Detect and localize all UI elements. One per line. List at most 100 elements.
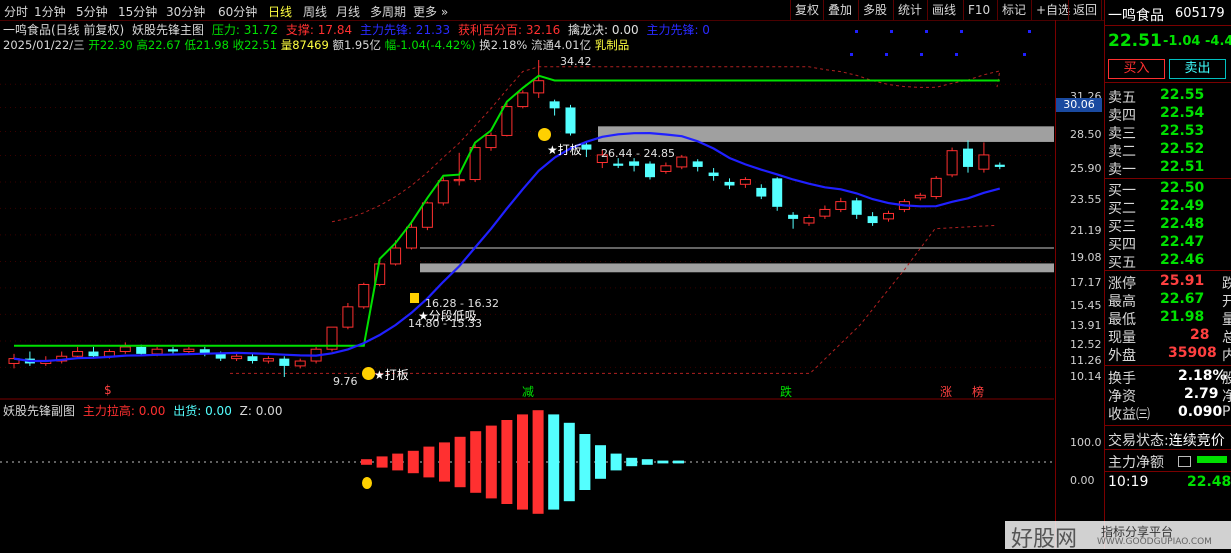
main-pioneer-value-2: 主力先锋: 0 [646, 23, 710, 37]
signal-rise-marker: 涨 [940, 385, 953, 399]
tab-1min[interactable]: 1分钟 [34, 3, 66, 20]
main-net-bar [1197, 456, 1227, 463]
price-tick: 21.19 [1070, 224, 1102, 237]
candle-body-up [231, 355, 243, 360]
candle-body-down [788, 214, 799, 219]
stat-low: 最低 21.98 量 [1108, 309, 1231, 328]
buy-button[interactable]: 买入 [1108, 59, 1165, 79]
back-button[interactable]: 返回 [1068, 0, 1103, 20]
candle-body-up [294, 360, 306, 367]
divider [1105, 270, 1231, 271]
divider [1105, 425, 1231, 426]
overlay-button[interactable]: 叠加 [823, 0, 856, 20]
sell-level-4: 卖四 22.54 [1108, 105, 1205, 124]
sub-bar-down [563, 422, 575, 502]
yellow-block-icon [410, 293, 419, 303]
sell-level-5: 卖五 22.55 [1108, 87, 1205, 106]
limit-up-tag-2: ★打板 [374, 368, 409, 382]
bottom-buy-tag: ★分段低吸 [418, 309, 477, 323]
tab-5min[interactable]: 5分钟 [76, 3, 108, 20]
sub-bar-up [407, 450, 419, 474]
tick-price: 22.48 [1187, 474, 1231, 490]
stat-high: 最高 22.67 开 [1108, 291, 1231, 310]
sell-button[interactable]: 卖出 [1169, 59, 1226, 79]
sub-bar-up [485, 425, 497, 499]
indicator-name: 妖股先锋主图 [132, 23, 205, 37]
candle-body-up [819, 208, 831, 217]
f10-button[interactable]: F10 [963, 0, 994, 20]
price-tick: 15.45 [1070, 299, 1102, 312]
info-high: 高22.67 [136, 38, 181, 52]
candle-body-up [660, 165, 672, 172]
profit-value: 获利百分百: 32.16 [458, 23, 561, 37]
sub-bar-up [470, 431, 482, 493]
tab-more[interactable]: 更多 » [413, 3, 448, 20]
stat-turnover: 换手 2.18% 股 [1108, 368, 1231, 387]
candle-body-down [692, 161, 703, 167]
candle-body-up [119, 346, 131, 353]
candle-body-up [517, 92, 529, 108]
signal-dot [960, 30, 963, 33]
stat-net-assets: 净资 2.79 净 [1108, 386, 1231, 405]
tab-monthly[interactable]: 月线 [336, 3, 360, 20]
sell-level-3: 卖三 22.53 [1108, 123, 1205, 142]
tab-weekly[interactable]: 周线 [303, 3, 327, 20]
candle-body-down [613, 163, 624, 166]
support-value: 支撑: 17.84 [285, 23, 353, 37]
price-tick: 13.91 [1070, 319, 1102, 332]
restore-rights-button[interactable]: 复权 [790, 0, 823, 20]
candle-body-down [581, 144, 592, 150]
tab-intraday[interactable]: 分时 [4, 3, 28, 20]
pressure-value: 压力: 31.72 [211, 23, 279, 37]
draw-line-button[interactable]: 画线 [927, 0, 960, 20]
mark-button[interactable]: 标记 [997, 0, 1030, 20]
signal-dot [925, 30, 928, 33]
signal-dot [850, 53, 853, 56]
stat-outer-vol: 外盘 35908 内 [1108, 345, 1231, 364]
candle-body-down [247, 356, 258, 362]
candle-body-up [151, 348, 163, 355]
candle-body-down [565, 107, 576, 134]
price-tick: 11.26 [1070, 354, 1102, 367]
watermark-logo: 好股网 指标分享平台 WWW.GOODGUPIAO.COM [1005, 521, 1231, 552]
list-icon[interactable] [1178, 456, 1191, 467]
multi-stock-button[interactable]: 多股 [858, 0, 891, 20]
current-price-tag: 30.06 [1056, 98, 1102, 112]
info-amount: 额1.95亿 [332, 38, 382, 52]
main-net-label: 主力净额 [1108, 455, 1164, 471]
divider [1105, 365, 1231, 366]
stat-eps: 收益㈢ 0.090 P [1108, 404, 1231, 423]
dollar-marker: $ [104, 383, 112, 397]
tab-daily[interactable]: 日线 [268, 3, 292, 20]
tab-multi-period[interactable]: 多周期 [370, 3, 406, 20]
candle-body-down [963, 148, 973, 167]
signal-dot [855, 30, 858, 33]
tab-15min[interactable]: 15分钟 [118, 3, 157, 20]
statistics-button[interactable]: 统计 [893, 0, 926, 20]
buy-level-4: 买四 22.47 [1108, 234, 1205, 253]
sub-bar-down [579, 434, 591, 490]
divider [1105, 449, 1231, 450]
kline-chart[interactable] [0, 20, 1054, 549]
main-raise-value: 主力拉高: 0.00 [82, 404, 166, 418]
candle-body-up [437, 180, 449, 204]
quote-price: 22.51 [1108, 31, 1162, 51]
sub-bar-up [439, 442, 450, 482]
sub-bar-down [548, 414, 560, 510]
price-tick: 17.17 [1070, 276, 1102, 289]
candle-body-down [724, 181, 735, 186]
sub-tick: 0.00 [1070, 474, 1095, 487]
signal-fall-marker: 跌 [780, 385, 793, 399]
divider [1105, 471, 1231, 472]
quote-stock-code: 605179 [1175, 6, 1225, 21]
tab-30min[interactable]: 30分钟 [166, 3, 205, 20]
candle-body-down [88, 351, 99, 357]
dragon-value: 擒龙决: 0.00 [568, 23, 639, 37]
candle-body-up [946, 150, 958, 176]
signal-dot [1028, 30, 1031, 33]
info-sector[interactable]: 乳制品 [595, 38, 630, 52]
sub-bar-up [376, 456, 388, 468]
tab-60min[interactable]: 60分钟 [218, 3, 257, 20]
sub-bar-up [361, 459, 372, 465]
info-turnover: 换2.18% [479, 38, 528, 52]
